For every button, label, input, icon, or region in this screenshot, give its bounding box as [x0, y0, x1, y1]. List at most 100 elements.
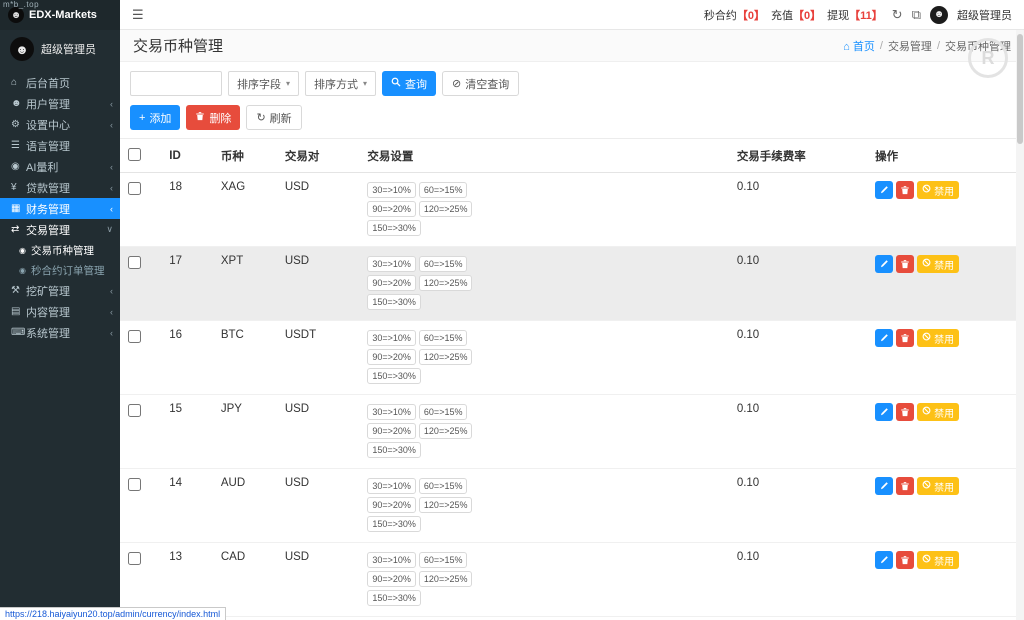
delete-row-button[interactable] — [896, 181, 914, 199]
edit-button[interactable] — [875, 329, 893, 347]
sidebar-item[interactable]: ⌂ 后台首页 — [0, 72, 120, 93]
sidebar-item[interactable]: ◉ AI量利‹ — [0, 156, 120, 177]
search-input[interactable] — [130, 71, 222, 96]
trade-setting-button[interactable]: 120=>25% — [419, 571, 473, 587]
edit-button[interactable] — [875, 255, 893, 273]
scrollbar-thumb[interactable] — [1017, 34, 1023, 144]
trade-setting-button[interactable]: 150=>30% — [367, 590, 421, 606]
stat-counter[interactable]: 充值【0】 — [771, 7, 821, 23]
search-button[interactable]: 查询 — [382, 71, 436, 96]
fullscreen-icon[interactable]: ⧉ — [912, 7, 921, 23]
trade-setting-button[interactable]: 60=>15% — [419, 256, 468, 272]
row-checkbox[interactable] — [128, 478, 141, 491]
sidebar-item[interactable]: ▤ 内容管理‹ — [0, 301, 120, 322]
add-button[interactable]: + 添加 — [130, 105, 180, 130]
trade-setting-button[interactable]: 150=>30% — [367, 294, 421, 310]
sort-field-select[interactable]: 排序字段 ▾ — [228, 71, 299, 96]
sidebar-item[interactable]: ⚙ 设置中心‹ — [0, 114, 120, 135]
trade-setting-button[interactable]: 30=>10% — [367, 552, 416, 568]
disable-button[interactable]: 禁用 — [917, 255, 959, 273]
sidebar-item[interactable]: ⚒ 挖矿管理‹ — [0, 280, 120, 301]
ban-icon — [922, 480, 931, 492]
delete-row-button[interactable] — [896, 551, 914, 569]
table-row: 15 JPY USD 30=>10%60=>15%90=>20%120=>25%… — [120, 395, 1024, 469]
top-left-watermark: m*b_.top — [3, 0, 39, 9]
trade-setting-button[interactable]: 30=>10% — [367, 478, 416, 494]
trade-setting-button[interactable]: 30=>10% — [367, 182, 416, 198]
sidebar-item[interactable]: ⌨ 系统管理‹ — [0, 322, 120, 343]
trade-setting-button[interactable]: 60=>15% — [419, 404, 468, 420]
trade-setting-button[interactable]: 90=>20% — [367, 423, 416, 439]
trade-setting-button[interactable]: 150=>30% — [367, 368, 421, 384]
sidebar-item[interactable]: ⇄ 交易管理∨ — [0, 219, 120, 240]
scrollbar[interactable] — [1016, 30, 1024, 620]
trade-setting-button[interactable]: 30=>10% — [367, 256, 416, 272]
trade-setting-button[interactable]: 60=>15% — [419, 182, 468, 198]
trade-setting-button[interactable]: 120=>25% — [419, 275, 473, 291]
clear-search-button[interactable]: ⊘ 清空查询 — [442, 71, 519, 96]
edit-button[interactable] — [875, 181, 893, 199]
edit-button[interactable] — [875, 403, 893, 421]
trade-setting-button[interactable]: 150=>30% — [367, 220, 421, 236]
trade-setting-button[interactable]: 90=>20% — [367, 201, 416, 217]
row-pair: USD — [277, 617, 360, 620]
brand-name: EDX-Markets — [29, 9, 97, 21]
refresh-button[interactable]: ↻ 刷新 — [246, 105, 301, 130]
sidebar-item[interactable]: ▦ 财务管理‹ — [0, 198, 120, 219]
row-actions: 禁用 — [875, 477, 1016, 495]
trade-setting-button[interactable]: 60=>15% — [419, 552, 468, 568]
row-pair: USD — [277, 173, 360, 247]
disable-button[interactable]: 禁用 — [917, 329, 959, 347]
sort-order-select[interactable]: 排序方式 ▾ — [305, 71, 376, 96]
row-checkbox[interactable] — [128, 182, 141, 195]
row-fee: 0.10 — [729, 173, 867, 247]
refresh-icon[interactable]: ↻ — [892, 7, 903, 23]
edit-button[interactable] — [875, 477, 893, 495]
trade-setting-button[interactable]: 150=>30% — [367, 442, 421, 458]
trade-setting-button[interactable]: 90=>20% — [367, 275, 416, 291]
trade-setting-button[interactable]: 150=>30% — [367, 516, 421, 532]
disable-button[interactable]: 禁用 — [917, 477, 959, 495]
trade-setting-button[interactable]: 90=>20% — [367, 497, 416, 513]
sidebar-item[interactable]: ¥ 贷款管理‹ — [0, 177, 120, 198]
row-checkbox[interactable] — [128, 330, 141, 343]
hamburger-icon[interactable]: ☰ — [132, 7, 144, 23]
stat-counter[interactable]: 提现【11】 — [827, 7, 883, 23]
disable-button[interactable]: 禁用 — [917, 181, 959, 199]
trade-setting-button[interactable]: 120=>25% — [419, 497, 473, 513]
trade-icon: ⇄ — [11, 224, 26, 235]
trade-setting-button[interactable]: 120=>25% — [419, 201, 473, 217]
trade-setting-button[interactable]: 30=>10% — [367, 330, 416, 346]
trade-setting-button[interactable]: 60=>15% — [419, 478, 468, 494]
search-icon — [391, 77, 401, 90]
row-checkbox[interactable] — [128, 552, 141, 565]
sidebar-item[interactable]: ☰ 语言管理 — [0, 135, 120, 156]
row-checkbox[interactable] — [128, 256, 141, 269]
sidebar-subitem[interactable]: ◉ 秒合约订单管理 — [0, 260, 120, 280]
sidebar-item[interactable]: ☻ 用户管理‹ — [0, 93, 120, 114]
disable-button[interactable]: 禁用 — [917, 403, 959, 421]
pencil-icon — [879, 553, 889, 568]
trade-setting-button[interactable]: 90=>20% — [367, 349, 416, 365]
delete-row-button[interactable] — [896, 403, 914, 421]
trade-setting-button[interactable]: 120=>25% — [419, 423, 473, 439]
sidebar-subitem[interactable]: ◉ 交易币种管理 — [0, 240, 120, 260]
stat-counter[interactable]: 秒合约【0】 — [704, 7, 765, 23]
breadcrumb-item[interactable]: ⌂ 首页 — [843, 38, 875, 54]
select-all-checkbox[interactable] — [128, 148, 141, 161]
ban-icon — [922, 332, 931, 344]
topbar-user-name[interactable]: 超级管理员 — [957, 7, 1012, 23]
trade-setting-button[interactable]: 90=>20% — [367, 571, 416, 587]
row-checkbox[interactable] — [128, 404, 141, 417]
trade-setting-button[interactable]: 30=>10% — [367, 404, 416, 420]
disable-button[interactable]: 禁用 — [917, 551, 959, 569]
trade-setting-button[interactable]: 120=>25% — [419, 349, 473, 365]
trade-setting-button[interactable]: 60=>15% — [419, 330, 468, 346]
user-avatar[interactable]: ☻ — [930, 6, 948, 24]
toolbar: + 添加 删除 ↻ 刷新 — [120, 101, 1024, 138]
delete-row-button[interactable] — [896, 329, 914, 347]
delete-button[interactable]: 删除 — [186, 105, 240, 130]
delete-row-button[interactable] — [896, 255, 914, 273]
edit-button[interactable] — [875, 551, 893, 569]
delete-row-button[interactable] — [896, 477, 914, 495]
